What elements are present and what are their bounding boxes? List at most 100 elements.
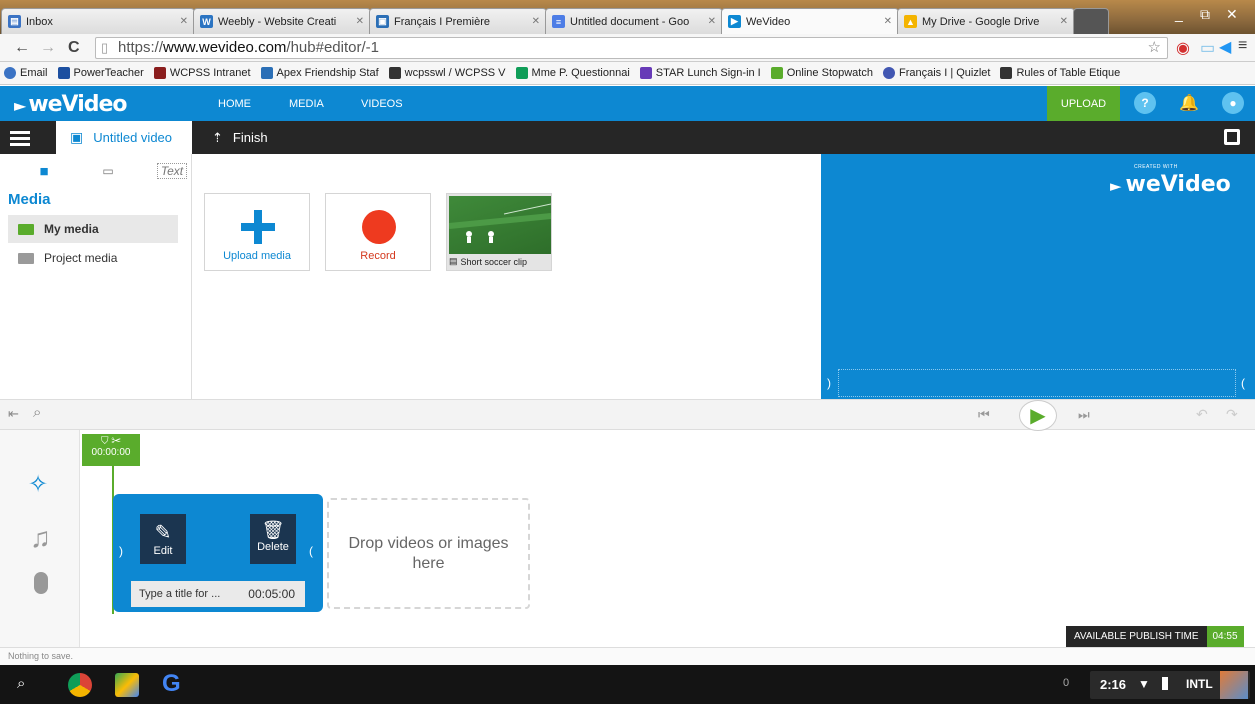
forward-icon[interactable]: → bbox=[40, 39, 56, 57]
sidebar-item-project-media[interactable]: Project media bbox=[8, 244, 178, 272]
close-window-icon[interactable]: ✕ bbox=[1226, 6, 1238, 23]
close-tab-icon[interactable]: ✕ bbox=[884, 16, 892, 27]
bookmark-wcpsswl[interactable]: wcpsswl / WCPSS V bbox=[388, 67, 506, 79]
close-tab-icon[interactable]: ✕ bbox=[708, 16, 716, 27]
bookmark-quizlet[interactable]: Français I | Quizlet bbox=[882, 67, 990, 79]
timeline-track-tools: ✧ ♫ bbox=[0, 430, 80, 647]
cast-icon[interactable]: ▭ bbox=[1200, 38, 1215, 58]
os-shelf: ⌕ G 0 2:16 ▼ INTL bbox=[0, 665, 1255, 704]
delete-button[interactable]: 🗑 Delete bbox=[250, 514, 296, 564]
notification-count[interactable]: 0 bbox=[1063, 677, 1069, 689]
user-avatar bbox=[1220, 671, 1248, 699]
undo-icon[interactable]: ↶ bbox=[1196, 406, 1208, 423]
reload-icon[interactable]: C bbox=[68, 39, 80, 57]
play-button[interactable]: ▶ bbox=[1019, 400, 1057, 431]
bookmark-apex-friendship[interactable]: Apex Friendship Staf bbox=[260, 67, 379, 79]
playhead-time: 00:00:00 bbox=[91, 447, 131, 458]
restore-icon[interactable]: ⧉ bbox=[1200, 6, 1210, 23]
help-icon[interactable]: ? bbox=[1134, 92, 1156, 114]
zoom-search-icon[interactable]: ⌕ bbox=[33, 404, 41, 421]
music-note-icon[interactable]: ♫ bbox=[30, 522, 51, 554]
close-tab-icon[interactable]: ✕ bbox=[532, 16, 540, 27]
edit-button[interactable]: ✎ Edit bbox=[140, 514, 186, 564]
preview-trim-strip[interactable] bbox=[838, 369, 1236, 397]
video-preview[interactable]: CREATED WITH ► weVideo ) ( bbox=[821, 154, 1255, 399]
wevideo-logo[interactable]: ► weVideo bbox=[14, 92, 128, 117]
upload-media-tile[interactable]: Upload media bbox=[204, 193, 310, 271]
star-icon[interactable]: ☆ bbox=[1148, 38, 1161, 58]
redo-icon[interactable]: ↷ bbox=[1226, 406, 1238, 423]
microphone-icon[interactable] bbox=[34, 572, 48, 594]
bookmark-star-lunch[interactable]: STAR Lunch Sign-in I bbox=[639, 67, 761, 79]
maps-app-icon[interactable] bbox=[115, 673, 139, 697]
close-tab-icon[interactable]: ✕ bbox=[356, 16, 364, 27]
tab-francais[interactable]: ▣ Français I Première ✕ bbox=[369, 8, 547, 34]
close-tab-icon[interactable]: ✕ bbox=[1060, 16, 1068, 27]
editor-toolbar: ▣ Untitled video ⇡ Finish bbox=[0, 121, 1255, 154]
skip-to-start-icon[interactable]: ⏮ bbox=[978, 407, 990, 423]
bookmark-wcpss-intranet[interactable]: WCPSS Intranet bbox=[153, 67, 251, 79]
plus-icon bbox=[241, 210, 275, 244]
document-icon bbox=[1000, 67, 1013, 79]
skip-to-end-icon[interactable]: ⏭ bbox=[1078, 407, 1090, 423]
minimize-icon[interactable]: _ bbox=[1175, 6, 1183, 22]
clip-trim-right-handle-icon[interactable]: ( bbox=[309, 544, 313, 558]
nav-home[interactable]: HOME bbox=[218, 98, 251, 110]
upload-arrow-icon: ⇡ bbox=[212, 130, 223, 145]
launcher-search-icon[interactable]: ⌕ bbox=[17, 675, 25, 692]
notification-bell-icon[interactable]: 🔔 bbox=[1178, 92, 1200, 114]
google-app-icon[interactable]: G bbox=[162, 670, 181, 698]
film-icon: ▣ bbox=[70, 129, 84, 145]
project-title-tab[interactable]: ▣ Untitled video bbox=[56, 121, 192, 154]
tab-google-drive[interactable]: ▲ My Drive - Google Drive ✕ bbox=[897, 8, 1075, 34]
bookmark-table-etiquette[interactable]: Rules of Table Etique bbox=[1000, 67, 1120, 79]
timeline-clip[interactable]: ) ✎ Edit 🗑 Delete ( Type a title for ...… bbox=[113, 494, 323, 612]
close-tab-icon[interactable]: ✕ bbox=[180, 16, 188, 27]
user-avatar-icon[interactable]: ● bbox=[1222, 92, 1244, 114]
extension-icon[interactable]: ◉ bbox=[1176, 38, 1190, 58]
nav-media[interactable]: MEDIA bbox=[289, 98, 324, 110]
media-panel-title: Media bbox=[8, 191, 51, 208]
pencil-icon: ✎ bbox=[154, 522, 172, 544]
tab-inbox[interactable]: ▤ Inbox ✕ bbox=[1, 8, 195, 34]
clip-trim-left-handle-icon[interactable]: ) bbox=[119, 544, 123, 558]
chrome-app-icon[interactable] bbox=[68, 673, 92, 697]
bookmark-stopwatch[interactable]: Online Stopwatch bbox=[770, 67, 873, 79]
record-tile[interactable]: Record bbox=[325, 193, 431, 271]
back-icon[interactable]: ← bbox=[14, 39, 30, 57]
play-icon: ▶ bbox=[1030, 405, 1046, 427]
upload-button[interactable]: UPLOAD bbox=[1047, 86, 1120, 121]
new-tab-button[interactable] bbox=[1073, 8, 1109, 34]
tab-untitled-document[interactable]: ≡ Untitled document - Goo ✕ bbox=[545, 8, 723, 34]
chrome-menu-icon[interactable]: ≡ bbox=[1238, 37, 1247, 55]
finish-button[interactable]: ⇡ Finish bbox=[212, 130, 268, 146]
sheets-icon bbox=[515, 67, 528, 79]
trim-left-handle-icon[interactable]: ) bbox=[827, 376, 831, 390]
wevideo-icon: ▶ bbox=[728, 15, 741, 28]
tab-weebly[interactable]: W Weebly - Website Creati ✕ bbox=[193, 8, 371, 34]
bookmark-email[interactable]: Email bbox=[4, 67, 48, 79]
address-bar[interactable]: ▯ https://www.wevideo.com/hub#editor/-1 … bbox=[95, 37, 1168, 59]
bookmark-powerteacher[interactable]: PowerTeacher bbox=[57, 67, 144, 79]
magic-wand-icon[interactable]: ✧ bbox=[28, 470, 48, 499]
tab-wevideo[interactable]: ▶ WeVideo ✕ bbox=[721, 8, 899, 34]
bookmark-questionnaire[interactable]: Mme P. Questionnai bbox=[515, 67, 630, 79]
media-clip-short-soccer-clip[interactable]: ▤ Short soccer clip bbox=[446, 193, 552, 271]
soccer-clip-thumbnail bbox=[449, 196, 551, 254]
nav-videos[interactable]: VIDEOS bbox=[361, 98, 403, 110]
globe-icon bbox=[4, 67, 16, 79]
trim-right-handle-icon[interactable]: ( bbox=[1241, 376, 1245, 390]
bookmark-ext-icon[interactable]: ◀ bbox=[1219, 37, 1231, 57]
clip-title-input[interactable]: Type a title for ... 00:05:00 bbox=[131, 581, 305, 607]
collapse-panel-icon[interactable]: ⇤ bbox=[8, 406, 19, 422]
fullscreen-icon[interactable] bbox=[1224, 129, 1240, 145]
folder-icon bbox=[18, 223, 34, 235]
weebly-icon: W bbox=[200, 15, 213, 28]
docs-icon: ≡ bbox=[552, 15, 565, 28]
project-title: Untitled video bbox=[93, 130, 173, 145]
playhead-marker[interactable]: ⛉ ✂ 00:00:00 bbox=[82, 434, 140, 466]
drop-zone[interactable]: Drop videos or images here bbox=[327, 498, 530, 609]
sidebar-item-my-media[interactable]: My media bbox=[8, 215, 178, 243]
system-tray[interactable]: 2:16 ▼ INTL bbox=[1090, 671, 1250, 699]
hamburger-menu-icon[interactable] bbox=[10, 131, 30, 149]
